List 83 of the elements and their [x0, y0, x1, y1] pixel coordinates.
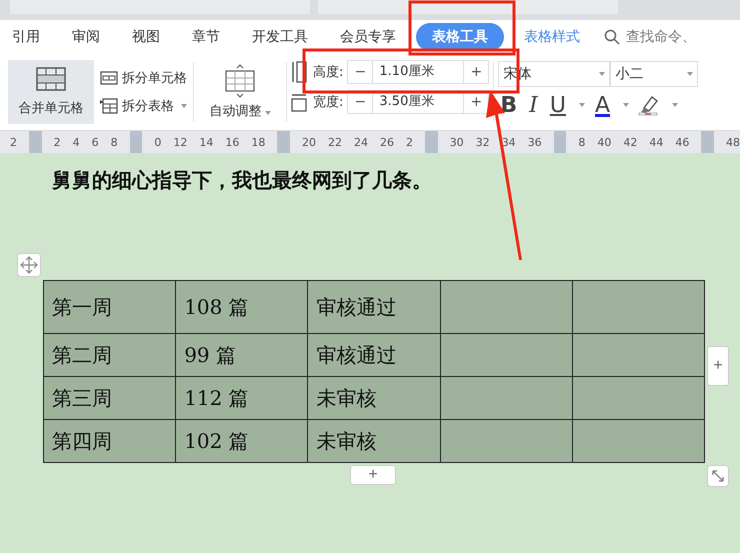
table-cell: 审核通过 — [308, 280, 440, 334]
table-cell: 未审核 — [308, 420, 440, 462]
caret-icon — [264, 111, 270, 115]
auto-fit-button[interactable]: 自动调整 — [198, 64, 282, 120]
table-cell: 未审核 — [308, 376, 440, 420]
menu-tab[interactable]: 开发工具 — [240, 24, 320, 50]
width-label: 宽度: — [313, 94, 344, 111]
row-height-icon — [291, 61, 307, 83]
table-cell: 第四周 — [44, 420, 176, 462]
document-tab[interactable] — [318, 0, 618, 14]
merge-cells-icon — [36, 67, 66, 91]
caret-icon — [181, 104, 187, 108]
ruler-number: 30 — [450, 136, 464, 148]
ruler-number: 2 — [54, 136, 61, 148]
table-cell: 第二周 — [44, 334, 176, 376]
menu-tab[interactable]: 审阅 — [60, 24, 112, 50]
table-cell: 第三周 — [44, 376, 176, 420]
ruler-marker[interactable] — [130, 131, 142, 153]
split-table-button[interactable]: 拆分表格 — [98, 95, 189, 117]
ruler-number: 48 — [726, 136, 740, 148]
ruler-number: 18 — [251, 136, 266, 148]
menu-tab[interactable]: 视图 — [120, 24, 172, 50]
ruler-number: 44 — [649, 136, 664, 148]
add-row-button[interactable]: + — [350, 465, 396, 485]
ruler-number: 26 — [380, 136, 394, 148]
caret-icon[interactable] — [623, 103, 630, 107]
split-cells-button[interactable]: 拆分单元格 — [98, 67, 189, 89]
underline-button[interactable]: U — [548, 92, 568, 118]
menu-tab[interactable]: 会员专享 — [328, 24, 408, 50]
table-cell: 108 篇 — [176, 280, 308, 334]
resize-handle-icon[interactable] — [707, 465, 729, 487]
add-column-button[interactable]: + — [707, 346, 729, 386]
menu-tab[interactable]: 章节 — [180, 24, 232, 50]
ruler-number: 42 — [623, 136, 638, 148]
font-color-button[interactable]: A — [592, 92, 612, 118]
ruler-number: 8 — [110, 136, 118, 148]
menu-tab[interactable]: 表格样式 — [512, 24, 592, 50]
ruler-number: 14 — [199, 136, 214, 148]
split-table-icon — [100, 98, 118, 114]
ruler-marker[interactable] — [701, 131, 714, 153]
italic-button[interactable]: I — [527, 92, 540, 118]
ruler-number: 2 — [10, 136, 17, 148]
table-cell: 112 篇 — [176, 376, 308, 420]
caret-icon — [599, 72, 606, 76]
ruler-number: 32 — [476, 136, 490, 148]
table-cell: 99 篇 — [176, 334, 308, 376]
ruler-marker[interactable] — [29, 131, 42, 153]
table-cell: 第一周 — [44, 280, 176, 334]
bold-button[interactable]: B — [498, 92, 520, 118]
ruler-number: 16 — [225, 136, 240, 148]
font-dropdown[interactable]: 宋体 — [498, 60, 610, 86]
merge-cells-button[interactable]: 合并单元格 — [8, 60, 94, 124]
search-icon — [604, 29, 620, 45]
height-label: 高度: — [313, 64, 344, 81]
ruler-marker[interactable] — [277, 131, 290, 153]
ruler-number: 24 — [354, 136, 368, 148]
ruler-number: 6 — [92, 136, 99, 148]
table-cell: 102 篇 — [176, 420, 308, 462]
caret-icon — [687, 72, 694, 76]
font-size-dropdown[interactable]: 小二 — [610, 60, 698, 86]
height-spinner[interactable]: − 1.10厘米 + — [347, 60, 490, 84]
split-cells-icon — [100, 71, 118, 85]
caret-icon[interactable] — [578, 103, 585, 107]
ruler-number: 8 — [578, 136, 586, 148]
ruler-number: 36 — [528, 136, 542, 148]
ruler-number: 12 — [173, 136, 188, 148]
auto-fit-icon — [224, 64, 256, 98]
ruler-marker[interactable] — [425, 131, 438, 153]
ruler-number: 4 — [72, 136, 80, 148]
ruler-number: 20 — [302, 136, 316, 148]
ruler-number: 46 — [675, 136, 690, 148]
ruler-number: 40 — [597, 136, 612, 148]
paragraph-text: 舅舅的细心指导下，我也最终网到了几条。 — [52, 167, 433, 194]
table-cell: 审核通过 — [308, 334, 440, 376]
ruler-number: 22 — [328, 136, 342, 148]
ruler-marker[interactable] — [554, 131, 566, 153]
width-spinner[interactable]: − 3.50厘米 + — [347, 90, 490, 114]
menu-tab[interactable]: 引用 — [0, 24, 52, 50]
ruler-number: 0 — [154, 136, 162, 148]
ruler-number: 34 — [502, 136, 516, 148]
caret-icon[interactable] — [672, 103, 678, 107]
move-handle-icon[interactable] — [17, 253, 41, 277]
ruler-number: 2 — [406, 136, 414, 148]
